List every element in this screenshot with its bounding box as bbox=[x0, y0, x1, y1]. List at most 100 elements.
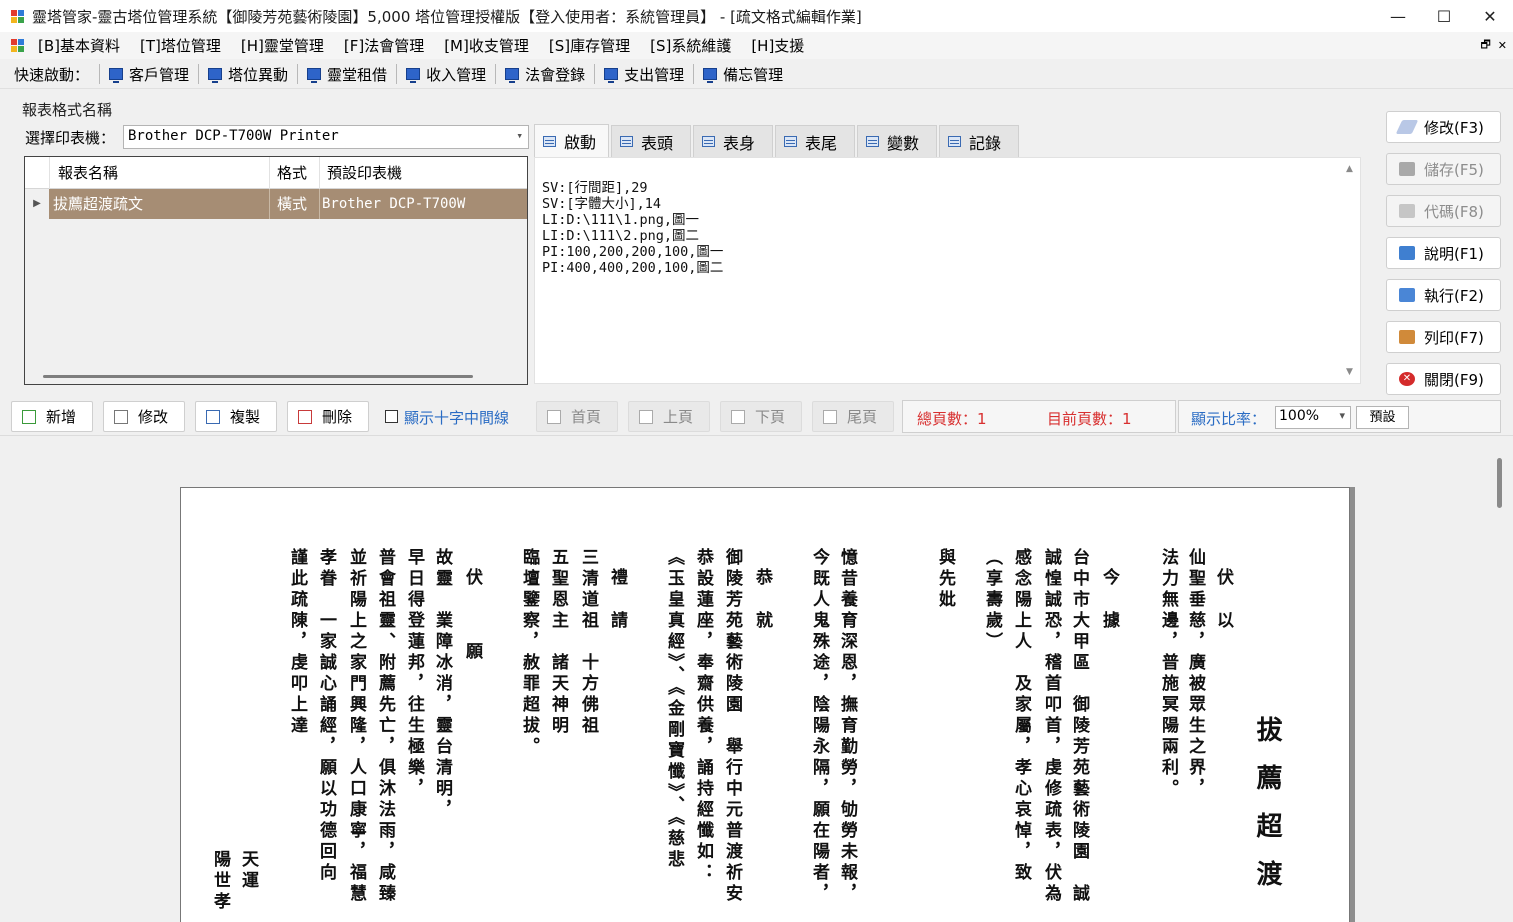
delete-icon bbox=[298, 409, 312, 424]
app-icon bbox=[11, 9, 24, 23]
tab-footer[interactable]: 表尾 bbox=[775, 125, 856, 157]
quick-ceremony-register[interactable]: 法會登錄 bbox=[500, 64, 590, 85]
quick-memo-management[interactable]: 備忘管理 bbox=[698, 64, 788, 85]
quick-expense-management[interactable]: 支出管理 bbox=[599, 64, 689, 85]
grid-horizontal-scrollbar[interactable] bbox=[43, 375, 473, 378]
edit-icon bbox=[114, 409, 128, 424]
close-f9-button[interactable]: ✕ 關閉(F9) bbox=[1386, 363, 1501, 395]
preview-line: 恭設蓮座，奉齋供養，誦持經懺如： bbox=[693, 548, 713, 884]
next-page-button[interactable]: 下頁 bbox=[720, 401, 802, 432]
preview-line: 謹此疏陳，虔叩上達 bbox=[287, 548, 307, 737]
help-f1-button[interactable]: 說明(F1) bbox=[1386, 237, 1501, 269]
script-editor[interactable]: SV:[行間距],29 SV:[字體大小],14 LI:D:\111\1.png… bbox=[534, 157, 1361, 384]
page-status-panel: 總頁數：1 目前頁數：1 bbox=[902, 400, 1176, 433]
menu-basic-data[interactable]: [B]基本資料 bbox=[38, 35, 120, 56]
preview-line: 天運 bbox=[238, 850, 258, 892]
run-f2-button[interactable]: 執行(F2) bbox=[1386, 279, 1501, 311]
crosshair-checkbox[interactable] bbox=[385, 410, 398, 423]
printer-select[interactable]: Brother DCP-T700W Printer ▾ bbox=[123, 125, 529, 149]
mdi-close-icon[interactable]: ✕ bbox=[1498, 39, 1507, 52]
zoom-select[interactable]: 100% ▾ bbox=[1275, 406, 1351, 429]
copy-icon bbox=[206, 409, 220, 424]
scroll-down-icon[interactable]: ▼ bbox=[1346, 367, 1353, 377]
delete-button[interactable]: 刪除 bbox=[287, 401, 369, 432]
print-f7-button[interactable]: 列印(F7) bbox=[1386, 321, 1501, 353]
minimize-button[interactable]: — bbox=[1375, 0, 1421, 32]
edit-button[interactable]: 修改 bbox=[103, 401, 185, 432]
floppy-icon bbox=[1399, 162, 1415, 176]
preview-vertical-scrollbar[interactable] bbox=[1497, 458, 1502, 508]
menu-support[interactable]: [H]支援 bbox=[751, 35, 804, 56]
menu-inventory-management[interactable]: [S]庫存管理 bbox=[549, 35, 630, 56]
monitor-icon bbox=[703, 68, 718, 83]
quick-launch-bar: 快速啟動： 客戶管理 塔位異動 靈堂租借 收入管理 法會登錄 支出管理 備忘管理 bbox=[0, 60, 1513, 89]
preview-line: 並祈陽上之家門興隆，人口康寧，福慧 bbox=[346, 548, 366, 905]
tab-startup[interactable]: 啟動 bbox=[534, 124, 610, 157]
quick-hall-rental[interactable]: 靈堂租借 bbox=[302, 64, 392, 85]
table-row[interactable]: ▶ 拔薦超渡疏文 橫式 Brother DCP-T700W bbox=[25, 189, 527, 219]
maximize-button[interactable]: ☐ bbox=[1421, 0, 1467, 32]
preview-line: 故靈 業障冰消，靈台清明， bbox=[432, 548, 452, 821]
tab-variables[interactable]: 變數 bbox=[857, 125, 938, 157]
preview-line: 今據 bbox=[1099, 568, 1119, 654]
menu-hall-management[interactable]: [H]靈堂管理 bbox=[241, 35, 324, 56]
menu-system-maintenance[interactable]: [S]系統維護 bbox=[650, 35, 731, 56]
eraser-icon bbox=[1395, 120, 1419, 134]
mdi-restore-icon[interactable]: 🗗 bbox=[1480, 36, 1490, 55]
code-f8-button[interactable]: 代碼(F8) bbox=[1386, 195, 1501, 227]
editor-vertical-scrollbar[interactable]: ▲ ▼ bbox=[1343, 158, 1360, 383]
last-page-button[interactable]: 尾頁 bbox=[812, 401, 894, 432]
mdi-child-icon bbox=[11, 39, 24, 52]
copy-button[interactable]: 複製 bbox=[195, 401, 277, 432]
first-page-icon bbox=[547, 409, 561, 424]
preview-line: 陽世孝 bbox=[210, 850, 230, 913]
monitor-icon bbox=[604, 68, 619, 83]
title-bar: 靈塔管家-靈古塔位管理系統【御陵芳苑藝術陵園】5,000 塔位管理授權版【登入使… bbox=[0, 0, 1513, 32]
menu-ceremony-management[interactable]: [F]法會管理 bbox=[344, 35, 424, 56]
save-f5-button[interactable]: 儲存(F5) bbox=[1386, 153, 1501, 185]
preview-line: 法力無邊，普施冥陽兩利。 bbox=[1158, 548, 1178, 800]
preview-line: 恭就 bbox=[752, 568, 772, 654]
quick-launch-label: 快速啟動： bbox=[14, 65, 90, 84]
editor-tabs: 啟動 表頭 表身 表尾 變數 記錄 bbox=[534, 124, 1021, 157]
tab-log[interactable]: 記錄 bbox=[939, 125, 1020, 157]
preview-line: 今既人鬼殊途，陰陽永隔，願在陽者， bbox=[809, 548, 829, 905]
preview-title: 拔薦超渡 bbox=[1252, 716, 1282, 908]
preview-line: 台中市大甲區 御陵芳苑藝術陵園 誠 bbox=[1069, 548, 1089, 905]
column-default-printer[interactable]: 預設印表機 bbox=[319, 157, 527, 189]
script-text: SV:[行間距],29 SV:[字體大小],14 LI:D:\111\1.png… bbox=[542, 180, 724, 276]
menu-finance-management[interactable]: [M]收支管理 bbox=[444, 35, 529, 56]
cell-default-printer: Brother DCP-T700W bbox=[319, 189, 527, 219]
tab-body[interactable]: 表身 bbox=[693, 125, 774, 157]
preview-line: 早日得登蓮邦，往生極樂， bbox=[404, 548, 424, 800]
column-format[interactable]: 格式 bbox=[269, 157, 319, 189]
print-preview-area[interactable]: 拔薦超渡 伏以 仙聖垂慈，廣被眾生之界， 法力無邊，普施冥陽兩利。 今據 台中市… bbox=[0, 440, 1513, 922]
crosshair-label[interactable]: 顯示十字中間線 bbox=[404, 407, 509, 428]
menu-bar: [B]基本資料 [T]塔位管理 [H]靈堂管理 [F]法會管理 [M]收支管理 … bbox=[0, 32, 1513, 59]
add-button[interactable]: 新增 bbox=[11, 401, 93, 432]
edit-f3-button[interactable]: 修改(F3) bbox=[1386, 111, 1501, 143]
menu-tower-management[interactable]: [T]塔位管理 bbox=[140, 35, 221, 56]
quick-customer-management[interactable]: 客戶管理 bbox=[104, 64, 194, 85]
preview-line: 臨壇鑒察，赦罪超拔。 bbox=[519, 548, 539, 758]
total-pages: 總頁數：1 bbox=[917, 410, 987, 428]
preview-line: 誠惶誠恐，稽首叩首，虔修疏表，伏為 bbox=[1041, 548, 1061, 905]
first-page-button[interactable]: 首頁 bbox=[536, 401, 618, 432]
quick-income-management[interactable]: 收入管理 bbox=[401, 64, 491, 85]
quick-tower-change[interactable]: 塔位異動 bbox=[203, 64, 293, 85]
report-grid: 報表名稱 格式 預設印表機 ▶ 拔薦超渡疏文 橫式 Brother DCP-T7… bbox=[24, 156, 528, 385]
zoom-reset-button[interactable]: 預設 bbox=[1356, 406, 1409, 429]
table-icon bbox=[543, 135, 556, 147]
close-button[interactable]: ✕ bbox=[1467, 0, 1513, 32]
book-icon bbox=[1399, 246, 1415, 260]
run-icon bbox=[1399, 288, 1415, 302]
tab-header[interactable]: 表頭 bbox=[611, 125, 692, 157]
preview-line: 仙聖垂慈，廣被眾生之界， bbox=[1185, 548, 1205, 800]
cell-format: 橫式 bbox=[269, 189, 319, 219]
column-report-name[interactable]: 報表名稱 bbox=[49, 157, 269, 189]
scroll-up-icon[interactable]: ▲ bbox=[1346, 164, 1353, 174]
preview-line: 伏以 bbox=[1213, 568, 1233, 654]
row-pointer-icon: ▶ bbox=[25, 189, 49, 219]
prev-page-button[interactable]: 上頁 bbox=[628, 401, 710, 432]
chevron-down-icon: ▾ bbox=[516, 129, 523, 142]
